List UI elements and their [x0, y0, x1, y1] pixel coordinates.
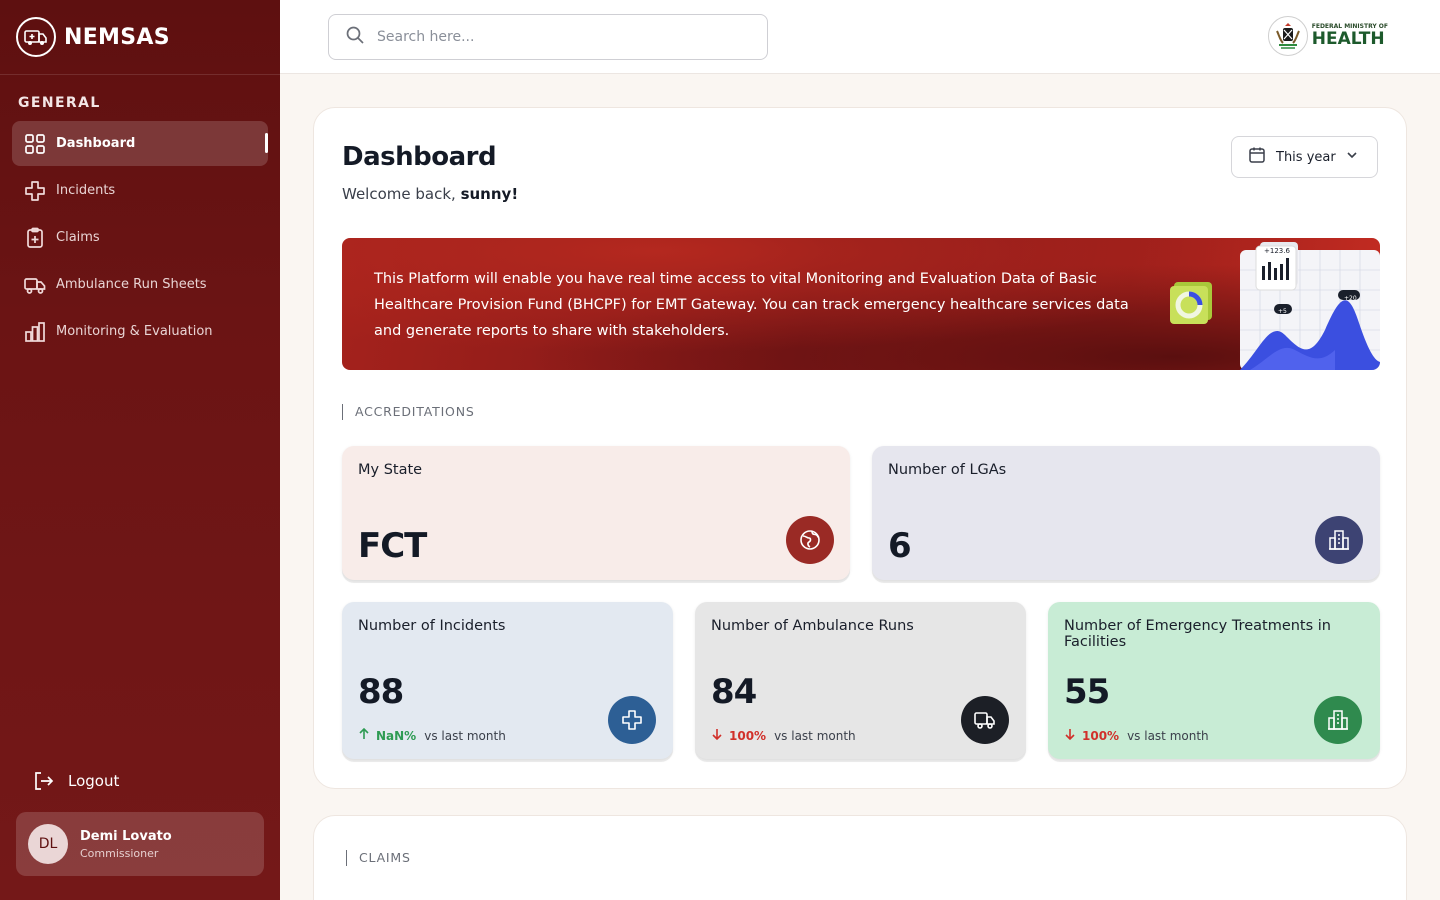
- claims-label: CLAIMS: [346, 850, 411, 866]
- sidebar-nav: Dashboard Incidents Claims Ambulance Run…: [0, 121, 280, 354]
- card-trend: 100% vs last month: [711, 728, 856, 743]
- card-title: Number of LGAs: [888, 462, 1007, 478]
- truck-icon: [961, 696, 1009, 744]
- card-number-of-ambulance-runs[interactable]: Number of Ambulance Runs 84 100% vs last…: [695, 602, 1026, 759]
- logout-label: Logout: [68, 772, 120, 790]
- sidebar-section-title: GENERAL: [18, 95, 101, 111]
- sidebar-item-monitoring-evaluation[interactable]: Monitoring & Evaluation: [12, 309, 268, 354]
- card-trend: 100% vs last month: [1064, 728, 1209, 743]
- building-icon: [1314, 696, 1362, 744]
- medical-cross-icon: [608, 696, 656, 744]
- sidebar-item-label: Dashboard: [56, 136, 136, 151]
- sidebar-item-claims[interactable]: Claims: [12, 215, 268, 260]
- globe-icon: [786, 516, 834, 564]
- trend-percentage: 100%: [729, 728, 767, 743]
- coat-of-arms-icon: [1267, 16, 1308, 56]
- analytics-illustration: +123.6 +5 +20: [1170, 238, 1380, 370]
- user-profile-card[interactable]: DL Demi Lovato Commissioner: [16, 812, 264, 876]
- bar-chart-icon: [24, 321, 46, 343]
- card-my-state[interactable]: My State FCT: [342, 446, 850, 580]
- trend-percentage: 100%: [1082, 728, 1120, 743]
- period-dropdown[interactable]: This year: [1231, 136, 1378, 178]
- welcome-prefix: Welcome back,: [342, 185, 461, 203]
- sidebar-item-dashboard[interactable]: Dashboard: [12, 121, 268, 166]
- search-icon: [345, 25, 365, 49]
- brand[interactable]: NEMSAS: [0, 0, 280, 75]
- topbar: FEDERAL MINISTRY OF HEALTH: [280, 0, 1440, 74]
- card-value: 6: [888, 526, 912, 566]
- ambulance-icon: [24, 274, 46, 296]
- period-label: This year: [1276, 149, 1336, 165]
- banner-art-tag-3: +20: [1344, 295, 1357, 302]
- card-title: Number of Incidents: [358, 618, 506, 634]
- ambulance-logo-icon: [16, 17, 56, 57]
- user-role: Commissioner: [80, 846, 159, 860]
- banner-art-tag-2: +5: [1278, 308, 1287, 315]
- accreditations-label: ACCREDITATIONS: [342, 404, 475, 420]
- building-icon: [1315, 516, 1363, 564]
- card-title: My State: [358, 462, 423, 478]
- card-value: 55: [1064, 672, 1110, 712]
- grid-icon: [24, 133, 46, 155]
- welcome-name: sunny!: [460, 185, 519, 203]
- medical-cross-icon: [24, 180, 46, 202]
- info-banner: This Platform will enable you have real …: [342, 238, 1380, 370]
- avatar: DL: [28, 824, 68, 864]
- page-title: Dashboard: [342, 142, 497, 172]
- trend-percentage: NaN%: [376, 728, 417, 743]
- calendar-icon: [1248, 146, 1266, 168]
- chevron-down-icon: [1346, 149, 1358, 165]
- welcome-text: Welcome back, sunny!: [342, 185, 518, 203]
- ministry-title: HEALTH: [1311, 29, 1385, 49]
- search-box[interactable]: [328, 14, 768, 60]
- sidebar: NEMSAS GENERAL Dashboard Incidents Claim…: [0, 0, 280, 900]
- card-value: FCT: [358, 526, 427, 566]
- banner-text: This Platform will enable you have real …: [374, 271, 1129, 339]
- logout-button[interactable]: Logout: [32, 770, 119, 792]
- arrow-down-icon: [711, 728, 723, 743]
- clipboard-plus-icon: [24, 227, 46, 249]
- arrow-up-icon: [358, 727, 370, 743]
- card-number-of-emergency-treatments[interactable]: Number of Emergency Treatments in Facili…: [1048, 602, 1380, 759]
- dashboard-panel: Dashboard Welcome back, sunny! This year…: [313, 107, 1407, 789]
- card-trend: NaN% vs last month: [358, 727, 506, 743]
- trend-suffix: vs last month: [424, 728, 506, 743]
- search-input[interactable]: [377, 29, 737, 45]
- card-number-of-incidents[interactable]: Number of Incidents 88 NaN% vs last mont…: [342, 602, 673, 759]
- card-number-of-lgas[interactable]: Number of LGAs 6: [872, 446, 1380, 580]
- user-name: Demi Lovato: [80, 828, 172, 844]
- arrow-down-icon: [1064, 728, 1076, 743]
- sidebar-item-label: Monitoring & Evaluation: [56, 324, 213, 339]
- logout-icon: [32, 770, 54, 792]
- banner-art-tag-1: +123.6: [1264, 247, 1290, 255]
- trend-suffix: vs last month: [1127, 728, 1209, 743]
- sidebar-item-ambulance-run-sheets[interactable]: Ambulance Run Sheets: [12, 262, 268, 307]
- card-title: Number of Emergency Treatments in Facili…: [1064, 618, 1331, 650]
- trend-suffix: vs last month: [774, 728, 856, 743]
- card-title: Number of Ambulance Runs: [711, 618, 914, 634]
- card-value: 88: [358, 672, 404, 712]
- sidebar-item-label: Ambulance Run Sheets: [56, 277, 207, 292]
- sidebar-item-label: Incidents: [56, 183, 116, 198]
- brand-name: NEMSAS: [64, 24, 170, 50]
- claims-panel: CLAIMS: [313, 815, 1407, 900]
- sidebar-item-label: Claims: [56, 230, 100, 245]
- card-value: 84: [711, 672, 757, 712]
- sidebar-item-incidents[interactable]: Incidents: [12, 168, 268, 213]
- ministry-logo: FEDERAL MINISTRY OF HEALTH: [1267, 16, 1388, 56]
